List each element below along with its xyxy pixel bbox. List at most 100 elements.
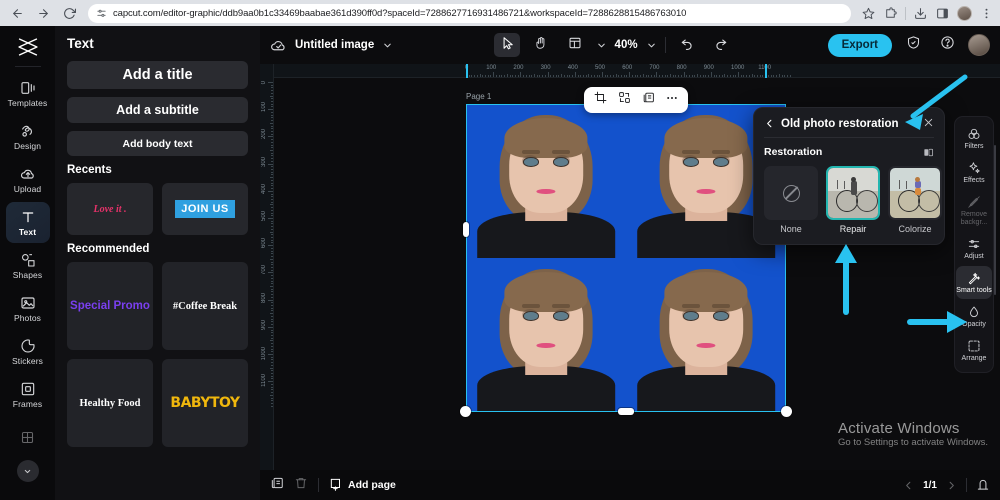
- add-body-text-button[interactable]: Add body text: [67, 131, 248, 156]
- element-float-toolbar[interactable]: [584, 87, 688, 113]
- hand-tool-button[interactable]: [528, 33, 554, 57]
- ruler-tick: [269, 150, 273, 151]
- select-tool-button[interactable]: [493, 33, 520, 57]
- ruler-tick: [270, 315, 273, 317]
- tool-adjust[interactable]: Adjust: [956, 232, 992, 265]
- recommended-style-babytoy[interactable]: BABYTOY: [162, 359, 248, 447]
- option-thumbnail[interactable]: [826, 166, 880, 220]
- extensions-icon[interactable]: [883, 6, 898, 21]
- rail-collapse-button[interactable]: [16, 460, 39, 482]
- recent-text-style-loveit[interactable]: Love it .: [67, 183, 153, 235]
- restoration-option-colorize[interactable]: Colorize: [888, 166, 942, 234]
- export-button[interactable]: Export: [827, 33, 892, 57]
- tool-opacity[interactable]: Opacity: [956, 300, 992, 333]
- option-thumbnail[interactable]: [764, 166, 818, 220]
- zoom-level[interactable]: 40%: [615, 39, 638, 51]
- ruler-tick: [574, 72, 576, 77]
- sidebar-item-more[interactable]: [6, 417, 50, 458]
- resize-handle-bottom-left[interactable]: [460, 406, 471, 417]
- ruler-tick: [270, 147, 273, 149]
- address-bar[interactable]: capcut.com/editor-graphic/ddb9aa0b1c3346…: [88, 3, 851, 23]
- compare-icon[interactable]: [923, 147, 934, 158]
- tune-icon[interactable]: [96, 8, 107, 19]
- redo-button[interactable]: [708, 33, 734, 57]
- tool-effects[interactable]: Effects: [956, 156, 992, 189]
- sidebar-item-stickers[interactable]: Stickers: [6, 331, 50, 372]
- old-photo-restoration-panel[interactable]: Old photo restoration Restoration None R…: [753, 107, 945, 245]
- resize-handle-left[interactable]: [463, 222, 469, 237]
- layout-chevron-down-icon[interactable]: [596, 40, 607, 51]
- ruler-tick: [474, 74, 476, 77]
- shield-button[interactable]: [900, 33, 926, 57]
- ruler-tick: [270, 334, 273, 336]
- forward-button[interactable]: [32, 2, 54, 24]
- restoration-option-repair[interactable]: Repair: [826, 166, 880, 234]
- eye-left: [683, 157, 698, 166]
- recommended-style-coffee-break[interactable]: #Coffee Break: [162, 262, 248, 350]
- document-name[interactable]: Untitled image: [295, 39, 374, 51]
- add-page-button[interactable]: Add page: [329, 477, 396, 494]
- portrait-image-3[interactable]: [466, 258, 626, 412]
- ruler-tick: [667, 74, 669, 77]
- chevron-down-icon[interactable]: [382, 40, 393, 51]
- next-page-button[interactable]: [946, 480, 957, 491]
- recent-text-style-joinus[interactable]: JOIN US: [162, 183, 248, 235]
- sidebar-item-shapes[interactable]: Shapes: [6, 245, 50, 286]
- portrait-image-4[interactable]: [626, 258, 786, 412]
- add-subtitle-button[interactable]: Add a subtitle: [67, 97, 248, 123]
- tool-label: Remove backgr...: [960, 211, 988, 226]
- profile-avatar-icon[interactable]: [957, 5, 972, 21]
- pages-panel-button[interactable]: [976, 478, 990, 492]
- ruler-tick: [759, 74, 761, 77]
- capcut-logo-icon[interactable]: [13, 34, 43, 60]
- ruler-tick: [269, 394, 273, 396]
- reload-button[interactable]: [58, 2, 80, 24]
- restoration-option-none[interactable]: None: [764, 166, 818, 234]
- tool-smart-tools[interactable]: Smart tools: [956, 266, 992, 299]
- sidebar-item-frames[interactable]: Frames: [6, 374, 50, 415]
- recommended-grid: Special Promo #Coffee Break Healthy Food…: [67, 262, 248, 447]
- zoom-chevron-down-icon[interactable]: [646, 40, 657, 51]
- back-button[interactable]: [6, 2, 28, 24]
- option-thumbnail[interactable]: [888, 166, 942, 220]
- tool-filters[interactable]: Filters: [956, 122, 992, 155]
- kebab-menu-icon[interactable]: [979, 6, 994, 21]
- chevron-left-icon[interactable]: [764, 118, 775, 129]
- user-avatar[interactable]: [968, 34, 990, 56]
- add-title-button[interactable]: Add a title: [67, 61, 248, 89]
- sidebar-item-design[interactable]: Design: [6, 116, 50, 157]
- delete-page-button[interactable]: [294, 476, 308, 495]
- portrait-image-1[interactable]: [466, 104, 626, 258]
- ruler-tick: [757, 74, 759, 77]
- sidebar-item-photos[interactable]: Photos: [6, 288, 50, 329]
- duplicate-button[interactable]: [637, 89, 659, 111]
- ruler-tick: [621, 74, 623, 77]
- prev-page-button[interactable]: [903, 480, 914, 491]
- sidebar-item-templates[interactable]: Templates: [6, 73, 50, 114]
- star-icon[interactable]: [861, 6, 876, 21]
- close-icon[interactable]: [923, 117, 934, 130]
- crop-button[interactable]: [589, 89, 611, 111]
- ruler-tick: [270, 329, 273, 331]
- side-panel-icon[interactable]: [935, 6, 950, 21]
- tool-arrange[interactable]: Arrange: [956, 334, 992, 367]
- ruler-tick: [270, 171, 273, 173]
- undo-button[interactable]: [674, 33, 700, 57]
- download-icon[interactable]: [913, 6, 928, 21]
- layout-tool-button[interactable]: [562, 33, 588, 57]
- resize-handle-bottom-right[interactable]: [781, 406, 792, 417]
- more-options-button[interactable]: [661, 89, 683, 111]
- rail-scrollbar[interactable]: [994, 145, 996, 295]
- duplicate-page-button[interactable]: [270, 476, 284, 495]
- canvas-area[interactable]: 0 100 200 300 400 500 600 700 800 900 1000 1100 0 10…: [260, 64, 1000, 470]
- sidebar-item-upload[interactable]: Upload: [6, 159, 50, 200]
- help-button[interactable]: [934, 33, 960, 57]
- recommended-style-healthy-food[interactable]: Healthy Food: [67, 359, 153, 447]
- ruler-tick: [675, 74, 677, 77]
- artboard[interactable]: [466, 104, 786, 412]
- resize-handle-bottom[interactable]: [618, 408, 634, 415]
- replace-media-button[interactable]: [613, 89, 635, 111]
- tool-remove-background[interactable]: Remove backgr...: [956, 190, 992, 231]
- sidebar-item-text[interactable]: Text: [5, 202, 50, 243]
- recommended-style-special-promo[interactable]: Special Promo: [67, 262, 153, 350]
